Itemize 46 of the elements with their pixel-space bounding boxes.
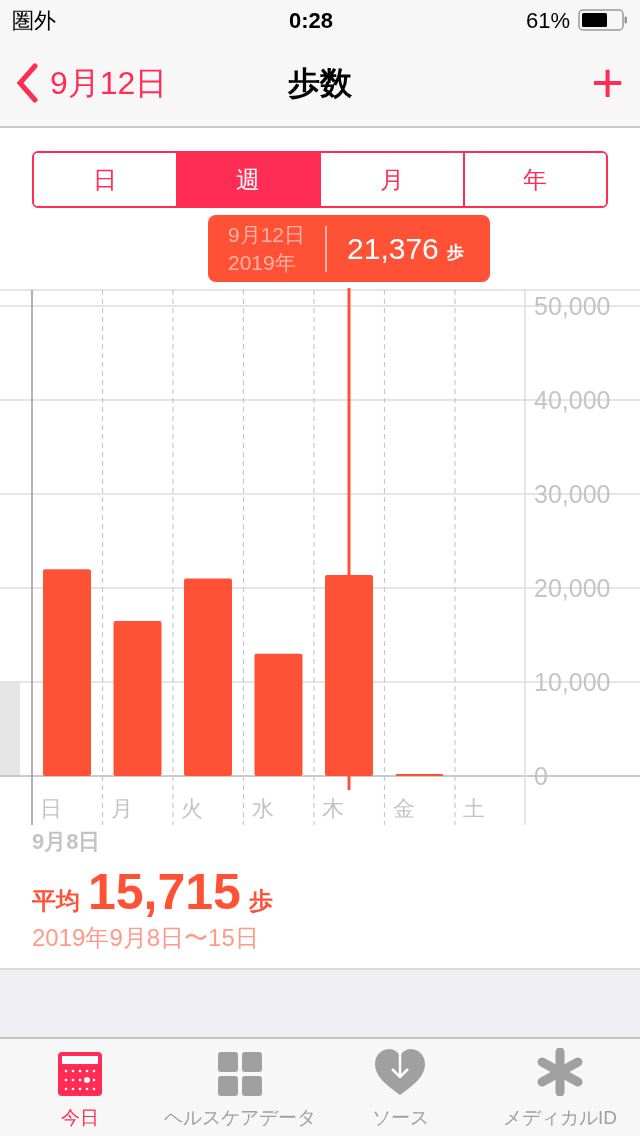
- bar[interactable]: [184, 578, 232, 776]
- date-range: 2019年9月8日〜15日: [32, 923, 260, 953]
- add-button[interactable]: +: [591, 55, 624, 111]
- chevron-left-icon: [16, 63, 38, 103]
- bar[interactable]: [43, 569, 91, 776]
- heart-download-icon: [375, 1047, 425, 1096]
- average-value: 15,715: [88, 864, 241, 920]
- calendar-icon: [58, 1051, 102, 1096]
- bar[interactable]: [113, 620, 162, 776]
- tooltip-value: 21,376: [347, 231, 439, 267]
- tooltip-year: 2019年: [228, 249, 297, 276]
- bar[interactable]: [395, 774, 444, 777]
- y-axis-label: 20,000: [534, 576, 611, 601]
- x-axis-label: 水: [251, 798, 274, 820]
- tab-bar-item[interactable]: ソース: [320, 1039, 480, 1136]
- tab-bar-item[interactable]: メディカルID: [480, 1039, 640, 1136]
- y-axis-label: 40,000: [534, 388, 611, 413]
- asterisk-icon: [536, 1047, 584, 1096]
- average-unit: 歩: [248, 886, 273, 916]
- tooltip-unit: 歩: [446, 241, 464, 264]
- page-title: 歩数: [288, 64, 352, 103]
- x-axis-label: 月: [110, 798, 133, 820]
- x-axis-label: 日: [40, 798, 62, 820]
- carrier-label: 圏外: [12, 6, 56, 35]
- battery-icon: [578, 9, 628, 31]
- back-button[interactable]: 9月12日: [16, 59, 168, 107]
- average-label: 平均: [32, 886, 80, 916]
- bar[interactable]: [325, 575, 373, 776]
- y-axis-label: 30,000: [534, 482, 611, 507]
- segment-tab[interactable]: 週: [175, 153, 319, 206]
- y-axis-label: 0: [534, 764, 548, 789]
- battery-percentage: 61%: [525, 6, 570, 35]
- tab-bar-item[interactable]: ヘルスケアデータ: [160, 1039, 320, 1136]
- tab-bar-item[interactable]: 今日: [0, 1039, 160, 1136]
- bar[interactable]: [254, 653, 303, 776]
- x-axis-label: 土: [463, 798, 485, 820]
- x-axis-label: 火: [181, 798, 203, 820]
- y-axis-label: 50,000: [534, 294, 611, 319]
- x-axis-label: 木: [322, 798, 344, 820]
- x-axis-label: 金: [392, 798, 415, 820]
- tooltip-date: 9月12日: [228, 221, 306, 248]
- week-start-label: 9月8日: [32, 828, 102, 856]
- y-axis-label: 10,000: [534, 670, 611, 695]
- grid-icon: [218, 1051, 262, 1096]
- clock: 0:28: [288, 6, 333, 35]
- segment-tab[interactable]: 年: [462, 153, 606, 206]
